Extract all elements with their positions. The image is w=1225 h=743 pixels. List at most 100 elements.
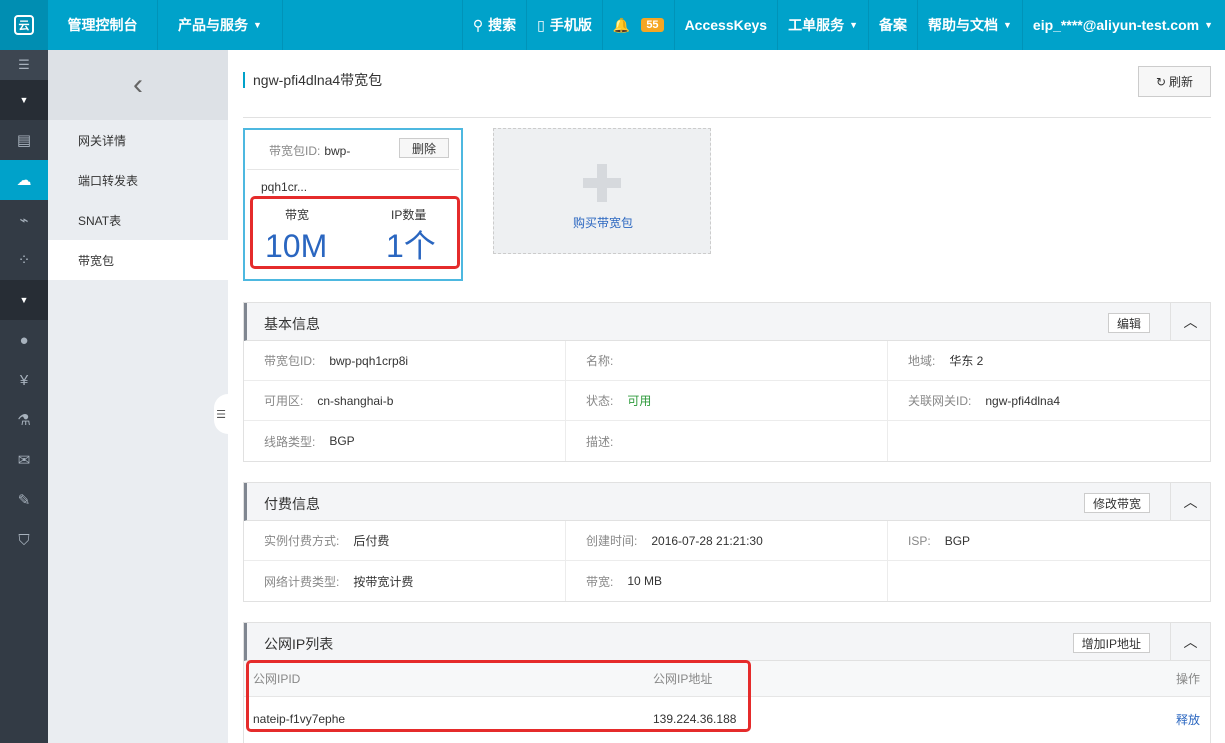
public-ip-header: 公网IP列表 增加IP地址 ︿ [244,623,1210,661]
edit-button[interactable]: 编辑 [1107,313,1150,333]
info-row: 实例付费方式: 后付费 创建时间: 2016-07-28 21:21:30 ISP:… [244,521,1210,561]
field-value: BGP [329,434,355,448]
logo[interactable]: 云 [0,0,48,50]
pencil-icon[interactable]: ✎ [0,480,48,520]
field-value: 华东 2 [949,354,984,368]
field-label: 创建时间: [586,534,638,548]
field-value: bwp-pqh1crp8i [329,353,409,368]
buy-bandwidth-card[interactable]: 购买带宽包 [493,128,711,254]
caret-down-icon: ▼ [253,20,262,30]
collapse-handle[interactable]: ☰ [214,394,228,434]
yen-icon[interactable]: ¥ [0,360,48,400]
field-label: 带宽: [586,574,614,589]
field-value: 2016-07-28 21:21:30 [651,533,763,548]
info-cell: ISP: BGP [888,521,1210,560]
mobile-icon: ▯ [537,16,545,33]
field-label: 实例付费方式: [264,534,340,548]
cloud-icon[interactable]: ☁ [0,160,48,200]
shield-icon[interactable]: ⛉ [0,520,48,560]
info-row: 网络计费类型: 按带宽计费 带宽: 10 MB [244,561,1210,601]
back-button[interactable]: ‹ [48,50,228,120]
bandwidth-card-header: 带宽包ID: bwp- 删除 [247,130,459,170]
info-cell: 带宽包ID: bwp-pqh1crp8i [244,341,566,380]
satellite-icon[interactable]: ⌁ [0,200,48,240]
basic-info-header: 基本信息 编辑 ︿ [244,303,1210,341]
bandwidth-id-label: 带宽包ID: bwp- [269,142,350,159]
field-label: 描述: [586,434,614,449]
delete-button[interactable]: 删除 [399,138,449,158]
page-header: ngw-pfi4dlna4带宽包 ↻ 刷新 [243,66,1211,118]
menu-icon[interactable]: ☰ [0,50,48,80]
field-value: cn-shanghai-b [317,393,394,408]
caret-down-icon: ▼ [1204,20,1213,30]
status-value: 可用 [627,394,652,408]
flask-icon[interactable]: ⚗ [0,400,48,440]
info-cell: 地域: 华东 2 [888,341,1210,380]
plus-icon [583,164,621,202]
collapse-button[interactable]: ︿ [1170,623,1210,660]
top-navigation: 云 管理控制台 产品与服务 ▼ ⚲ 搜索 ▯ 手机版 🔔 55 AccessKe… [0,0,1225,50]
annotation-highlight-box [246,660,751,732]
bandwidth-id-label-text: 带宽包ID: [269,144,321,158]
server-icon[interactable]: ▤ [0,120,48,160]
subnav-item-gateway-details[interactable]: 网关详情 [48,120,228,160]
field-label: 地域: [908,354,936,368]
field-value: 10 MB [627,574,663,588]
billing-info-title: 付费信息 [264,496,320,512]
search-label: 搜索 [488,17,517,33]
subnav-item-snat[interactable]: SNAT表 [48,200,228,240]
main-content: ngw-pfi4dlna4带宽包 ↻ 刷新 带宽包ID: bwp- 删除 pqh1… [243,50,1211,743]
info-cell: 可用区: cn-shanghai-b [244,381,566,420]
account-label: eip_****@aliyun-test.com [1032,17,1200,33]
chevron-left-icon: ‹ [133,68,143,101]
info-row: 线路类型: BGP 描述: [244,421,1210,461]
subnav-item-port-forwarding[interactable]: 端口转发表 [48,160,228,200]
accesskeys-link[interactable]: AccessKeys [673,0,778,50]
mail-icon[interactable]: ✉ [0,440,48,480]
products-menu-label: 产品与服务 [178,17,248,33]
basic-info-title: 基本信息 [264,316,320,332]
chevron-up-icon: ︿ [1183,493,1198,510]
add-ip-button[interactable]: 增加IP地址 [1072,633,1150,653]
collapse-button[interactable]: ︿ [1170,483,1210,520]
info-cell [888,421,1210,461]
subnav-item-bandwidth-package[interactable]: 带宽包 [48,240,228,280]
network-icon[interactable]: ⁘ [0,240,48,280]
info-cell: 关联网关ID: ngw-pfi4dlna4 [888,381,1210,420]
field-value: BGP [944,533,971,548]
info-row: 可用区: cn-shanghai-b 状态: 可用 关联网关ID: ngw-pfi4d… [244,381,1210,421]
refresh-button[interactable]: ↻ 刷新 [1138,66,1211,97]
info-cell: 带宽: 10 MB [566,561,888,601]
modify-bandwidth-button[interactable]: 修改带宽 [1083,493,1150,513]
notifications-button[interactable]: 🔔 55 [601,0,674,50]
buy-bandwidth-link[interactable]: 购买带宽包 [494,214,712,231]
field-label: 关联网关ID: [908,394,972,408]
public-ip-title: 公网IP列表 [264,636,334,652]
search-button[interactable]: ⚲ 搜索 [461,0,526,50]
basic-info-panel: 基本信息 编辑 ︿ 带宽包ID: bwp-pqh1crp8i 名称: 地域: 华东 … [243,302,1211,462]
refresh-label: 刷新 [1169,75,1194,89]
account-menu[interactable]: eip_****@aliyun-test.com ▼ [1021,0,1225,50]
collapse-button[interactable]: ︿ [1170,303,1210,340]
field-label: 可用区: [264,394,304,408]
user-icon[interactable]: ● [0,320,48,360]
caret-icon[interactable]: ▼ [0,80,48,120]
notification-badge: 55 [641,18,664,32]
info-cell: 实例付费方式: 后付费 [244,521,566,560]
console-link[interactable]: 管理控制台 [48,0,158,50]
ticket-menu[interactable]: 工单服务 ▼ [777,0,868,50]
release-link[interactable]: 释放 [1176,711,1200,728]
info-cell: 线路类型: BGP [244,421,566,461]
info-row: 带宽包ID: bwp-pqh1crp8i 名称: 地域: 华东 2 [244,341,1210,381]
record-link[interactable]: 备案 [868,0,917,50]
search-icon: ⚲ [472,16,484,33]
field-label: 名称: [586,354,614,368]
mobile-button[interactable]: ▯ 手机版 [526,0,602,50]
caret-icon[interactable]: ▼ [0,280,48,320]
column-header-actions: 操作 [1175,672,1200,686]
field-value: 按带宽计费 [353,574,414,589]
field-value: 后付费 [353,534,390,548]
cloud-logo-icon: 云 [14,15,34,35]
help-menu[interactable]: 帮助与文档 ▼ [917,0,1022,50]
products-menu[interactable]: 产品与服务 ▼ [158,0,283,50]
